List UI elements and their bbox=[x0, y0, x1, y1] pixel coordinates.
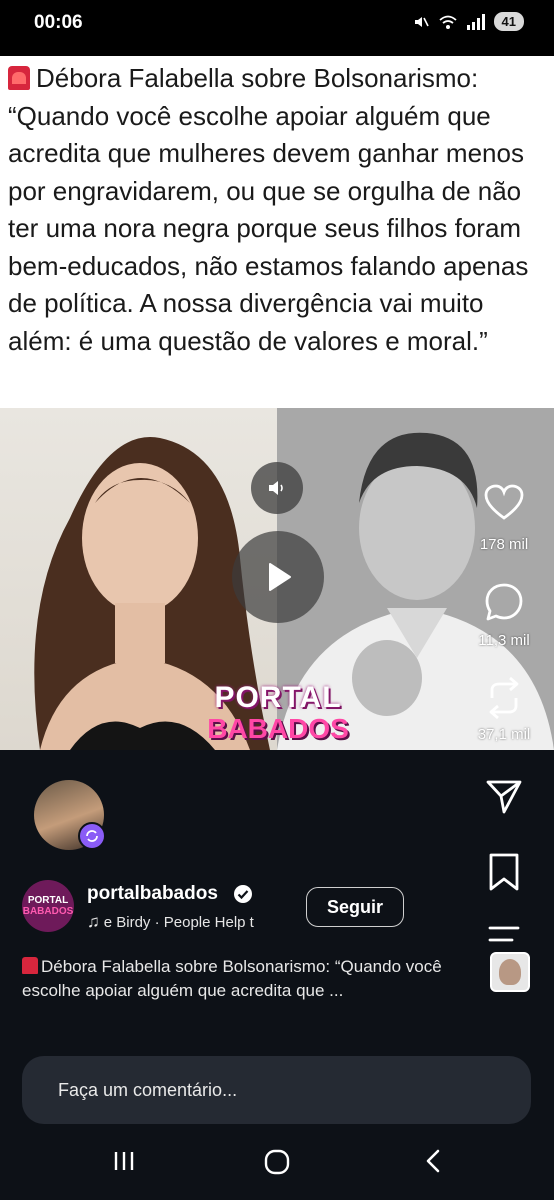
remix-icon bbox=[86, 830, 98, 842]
portal-babados-watermark: PORTAL BABADOS bbox=[207, 681, 349, 744]
comment-count: 11,3 mil bbox=[478, 632, 530, 649]
comment-input[interactable]: Faça um comentário... bbox=[22, 1056, 531, 1124]
repost-action[interactable]: 37,1 mil bbox=[454, 676, 554, 743]
music-thumbnail[interactable] bbox=[490, 952, 530, 992]
verified-icon bbox=[234, 885, 252, 903]
remix-badge bbox=[78, 822, 106, 850]
sound-icon bbox=[269, 481, 283, 495]
status-icons: 41 bbox=[412, 12, 524, 31]
heart-icon bbox=[484, 484, 524, 520]
play-icon bbox=[269, 563, 291, 591]
siren-icon bbox=[8, 66, 30, 90]
music-track[interactable]: ♫ e Birdy · People Help t bbox=[87, 912, 297, 932]
send-icon bbox=[486, 780, 522, 814]
status-bar: 00:06 41 bbox=[0, 0, 554, 44]
thumbnail-face bbox=[499, 959, 521, 985]
wifi-icon bbox=[438, 15, 457, 29]
username[interactable]: portalbabados bbox=[87, 883, 218, 905]
repost-count: 37,1 mil bbox=[477, 726, 531, 743]
music-note-icon: ♫ bbox=[87, 912, 100, 931]
play-button[interactable] bbox=[232, 531, 324, 623]
like-count: 178 mil bbox=[479, 536, 529, 553]
post-headline: Débora Falabella sobre Bolsonarismo: “Qu… bbox=[8, 63, 529, 356]
like-action[interactable]: 178 mil bbox=[454, 484, 554, 553]
system-nav-bar bbox=[0, 1130, 554, 1200]
sound-toggle-button[interactable] bbox=[251, 462, 303, 514]
siren-icon bbox=[22, 957, 38, 974]
post-caption[interactable]: Débora Falabella sobre Bolsonarismo: “Qu… bbox=[22, 955, 442, 1003]
battery-indicator: 41 bbox=[493, 12, 524, 31]
post-media-text[interactable]: Débora Falabella sobre Bolsonarismo: “Qu… bbox=[0, 56, 554, 408]
signal-icon bbox=[466, 13, 485, 30]
repost-icon bbox=[489, 676, 519, 720]
follow-button[interactable]: Seguir bbox=[306, 887, 404, 927]
comment-icon bbox=[485, 583, 523, 621]
back-icon[interactable] bbox=[422, 1148, 444, 1174]
mute-icon bbox=[414, 16, 429, 27]
account-row: PORTAL BABADOS portalbabados ♫ e Birdy · … bbox=[22, 880, 532, 936]
share-action[interactable] bbox=[454, 776, 554, 816]
comment-action[interactable]: 11,3 mil bbox=[454, 582, 554, 649]
recents-icon[interactable] bbox=[111, 1148, 137, 1174]
status-time: 00:06 bbox=[34, 12, 83, 33]
home-icon[interactable] bbox=[263, 1148, 291, 1176]
account-avatar[interactable]: PORTAL BABADOS bbox=[22, 880, 74, 932]
